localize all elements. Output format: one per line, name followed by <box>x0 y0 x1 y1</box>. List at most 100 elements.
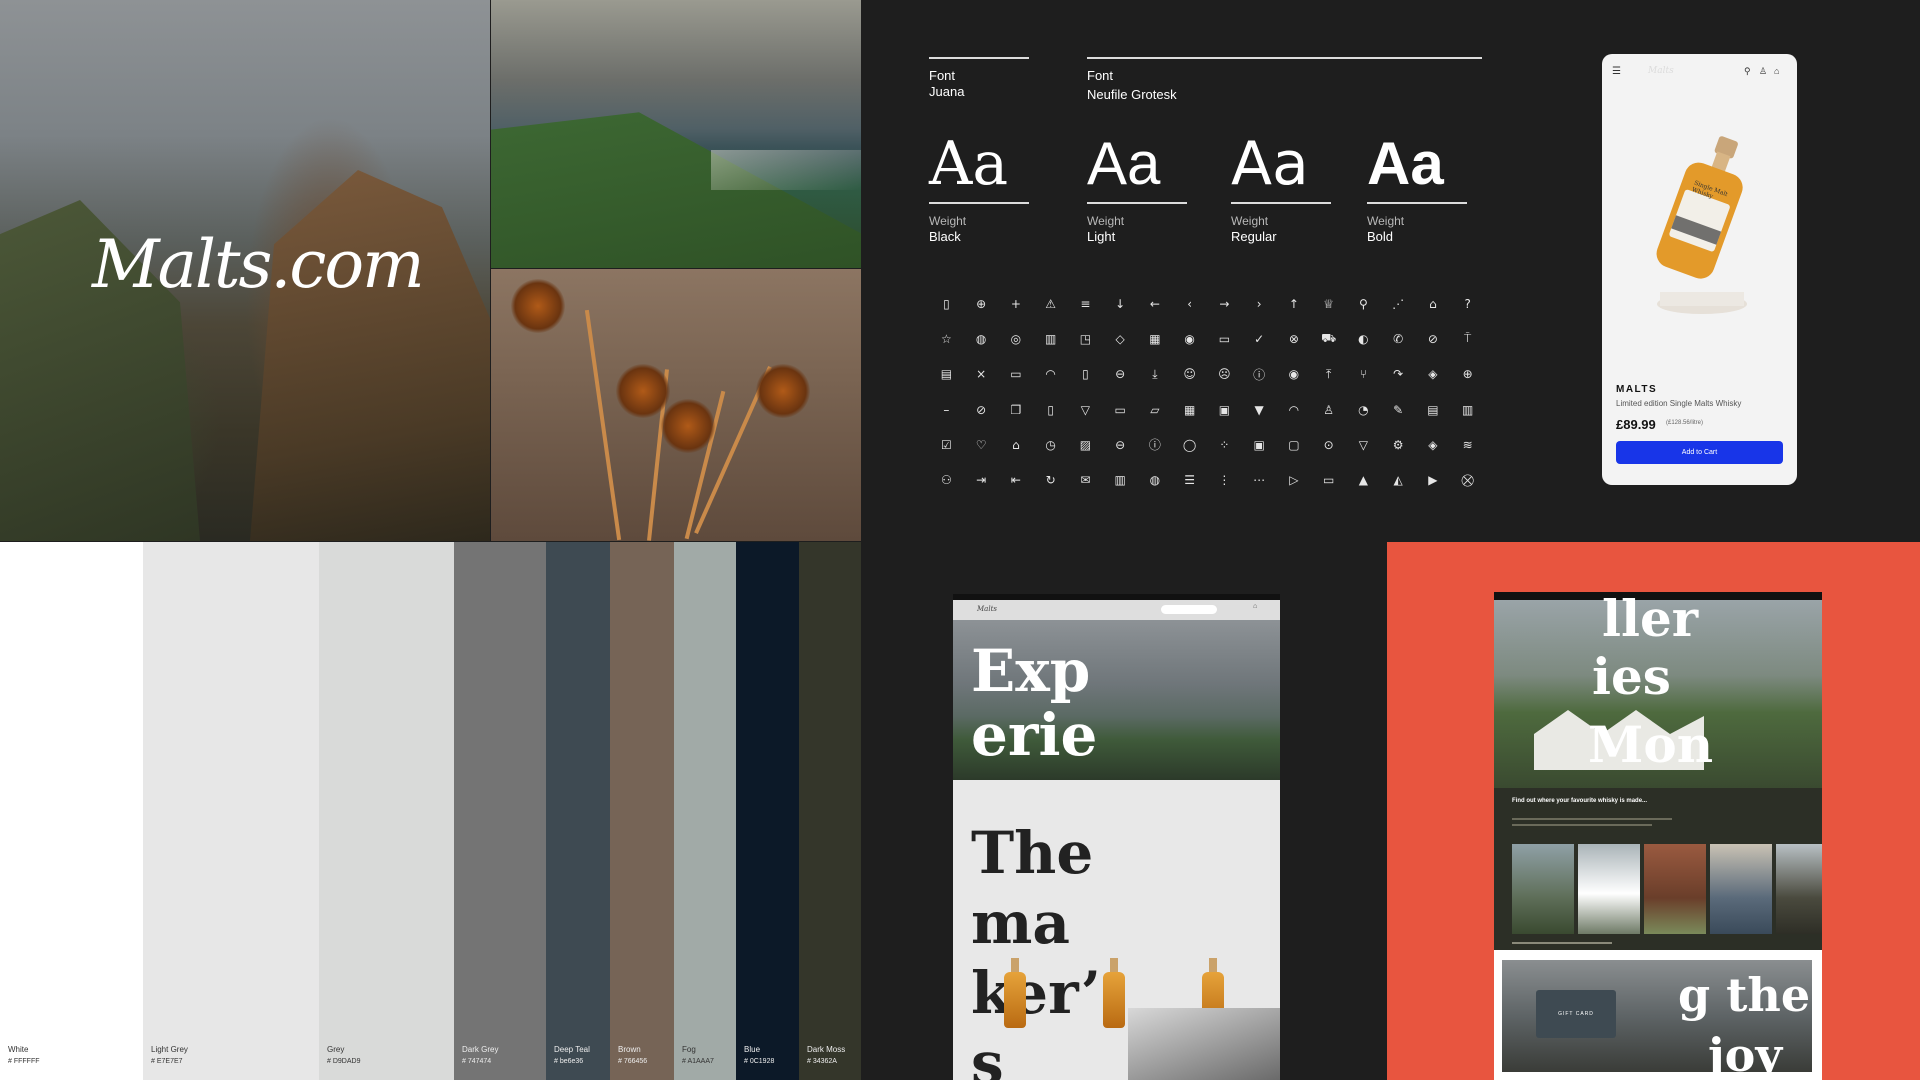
bag-icon[interactable]: ⌂ <box>1253 603 1257 610</box>
bell-icon: ◔ <box>1358 402 1369 417</box>
star-icon: ☆ <box>940 331 952 346</box>
eye-off-icon: ⊘ <box>976 402 987 417</box>
site-logo[interactable]: Malts <box>977 605 997 613</box>
lock-icon: ▣ <box>1253 437 1265 452</box>
menu-icon[interactable]: ☰ <box>1612 66 1621 77</box>
swatch-name: Grey <box>327 1045 345 1054</box>
hero-word-part1: ller <box>1602 592 1699 648</box>
swatch-hex: # be6e36 <box>554 1058 584 1065</box>
bag-icon[interactable]: ⌂ <box>1774 66 1779 76</box>
product-bottle[interactable] <box>1004 972 1026 1028</box>
swatch-name: Brown <box>618 1045 641 1054</box>
mobile-header: ☰ Malts ⚲ ♙ ⌂ <box>1602 54 1797 90</box>
chat-icon: ▭ <box>1218 331 1231 346</box>
distillery-thumb[interactable] <box>1776 844 1822 934</box>
photo-sea-cliff <box>491 0 861 268</box>
whisky-bottle-image: Single Malt Whisky <box>1652 124 1752 324</box>
print-icon: ▤ <box>1427 402 1439 417</box>
share-icon: ⋰ <box>1392 296 1405 311</box>
weight-regular-block: Weight Regular <box>1231 213 1277 245</box>
section-title-line3: ker’ <box>971 959 1101 1027</box>
user-icon[interactable]: ♙ <box>1759 66 1767 77</box>
cart-icon: ⛒ <box>1461 472 1474 487</box>
brand-logo: Malts.com <box>92 226 425 303</box>
weight-label: Weight <box>1367 214 1405 228</box>
swatch-name: Light Grey <box>151 1045 188 1054</box>
rule-font-juana <box>929 57 1029 59</box>
warning-icon: ⚠ <box>1045 296 1056 311</box>
swatch-hex: # D9DAD9 <box>327 1058 361 1065</box>
download-icon: ⤓ <box>1152 366 1158 381</box>
product-description: Limited edition Single Malts Whisky <box>1616 399 1742 408</box>
home-icon: ⌂ <box>1012 437 1020 452</box>
specimen-juana-black: Aa <box>929 129 1009 199</box>
calendar-icon: ▦ <box>1149 331 1161 346</box>
gift-card-label: GIFT CARD <box>1536 990 1616 1038</box>
sign-in-icon: ⇥ <box>976 473 987 488</box>
site-nav: Malts ⌂ <box>953 600 1280 620</box>
font-name: Neufile Grotesk <box>1087 87 1177 102</box>
upload-icon: ⤒ <box>1325 366 1332 381</box>
more-vertical-icon: ⋮ <box>1218 473 1231 488</box>
unit-price: (£128.56/litre) <box>1666 420 1704 426</box>
arrow-left-icon: ← <box>1149 296 1160 311</box>
palette-icon: ◐ <box>1358 331 1369 346</box>
search-icon: ⚲ <box>1358 296 1368 311</box>
distillery-thumb[interactable] <box>1644 844 1706 934</box>
weight-bold-block: Weight Bold <box>1367 213 1404 245</box>
thumbs-up-icon: ▲ <box>1358 473 1368 488</box>
book-icon: ▥ <box>1044 331 1057 346</box>
badge-icon: ◍ <box>975 331 987 346</box>
arrow-down-icon: ↓ <box>1115 296 1126 311</box>
verified-icon: ⊙ <box>1323 437 1334 452</box>
weight-label: Weight <box>929 214 967 228</box>
weight-light-block: Weight Light <box>1087 213 1124 245</box>
weight-label: Weight <box>1231 214 1269 228</box>
search-icon[interactable]: ⚲ <box>1744 66 1751 77</box>
frown-icon: ☹ <box>1218 367 1231 382</box>
weight-value: Regular <box>1231 229 1277 244</box>
gift-word-line1: g the <box>1678 968 1811 1022</box>
swatch-hex: # 747474 <box>462 1058 492 1065</box>
desktop-web-mock-left: Malts ⌂ Exp erie The ma ker’ s <box>953 594 1280 1080</box>
portrait-photo <box>1128 1008 1280 1080</box>
hero-word-part1: Exp <box>971 637 1091 705</box>
swatch-name: Deep Teal <box>554 1045 590 1054</box>
chevron-left-icon: ‹ <box>1187 296 1193 311</box>
zoom-out-icon: ⊖ <box>1115 367 1126 382</box>
folder-open-icon: ▱ <box>1150 402 1160 417</box>
bulb-icon: ◯ <box>1182 437 1197 452</box>
location-icon: ◍ <box>1149 473 1161 488</box>
product-bottle[interactable] <box>1103 972 1125 1028</box>
grid-icon: ▦ <box>1183 402 1196 417</box>
refresh-icon: ↻ <box>1045 473 1056 488</box>
swatch-grey: Grey # D9DAD9 <box>319 542 454 1080</box>
swatch-name: Fog <box>682 1045 696 1054</box>
add-to-cart-button[interactable]: Add to Cart <box>1616 441 1783 464</box>
distillery-thumb[interactable] <box>1512 844 1574 934</box>
weight-value: Black <box>929 229 961 244</box>
filter-icon: ▽ <box>1080 402 1090 417</box>
swatch-dark-moss: Dark Moss # 34362A <box>799 542 861 1080</box>
swatch-light-grey: Light Grey # E7E7E7 <box>143 542 319 1080</box>
weight-value: Bold <box>1367 229 1394 244</box>
specimen-grotesk-regular: Aa <box>1231 129 1309 199</box>
forward-icon: ↷ <box>1393 367 1404 382</box>
distillery-thumb[interactable] <box>1578 844 1640 934</box>
bag-icon: ⌂ <box>1429 296 1437 311</box>
checkbox-icon: ☑ <box>940 437 952 452</box>
hero-photo-coast: Malts.com <box>0 0 490 541</box>
thistle-bloom <box>616 364 670 418</box>
basket-icon: ▥ <box>1461 402 1474 417</box>
search-input[interactable] <box>1161 605 1217 614</box>
unlock-icon: ▢ <box>1288 437 1300 452</box>
plus-icon: + <box>1010 296 1021 311</box>
mobile-logo[interactable]: Malts <box>1648 66 1674 76</box>
play-square-icon: ▷ <box>1289 473 1299 488</box>
distillery-thumb[interactable] <box>1710 844 1772 934</box>
rule-weight-light <box>1087 202 1187 204</box>
mobile-product-mock: ☰ Malts ⚲ ♙ ⌂ Single Malt Whisky MALTS L… <box>1602 54 1797 485</box>
trophy-icon: ♕ <box>1323 296 1334 311</box>
swatch-hex: # 766456 <box>618 1058 648 1065</box>
folder-icon: ▭ <box>1114 402 1126 417</box>
